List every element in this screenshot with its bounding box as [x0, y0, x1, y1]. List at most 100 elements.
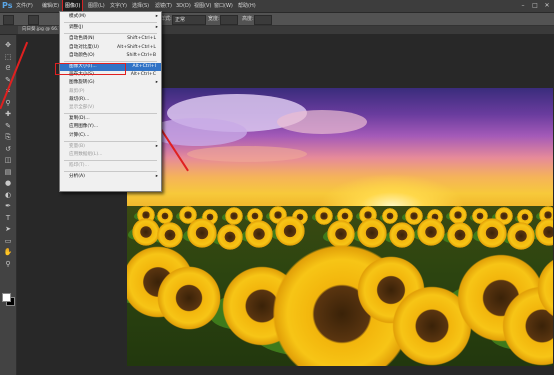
- window-controls: – □ ✕: [518, 1, 552, 11]
- menu-item-shortcut: Alt+Ctrl+I: [132, 64, 156, 69]
- menu-item-shortcut: Alt+Ctrl+C: [130, 72, 156, 78]
- gradient-tool-icon[interactable]: ▤: [3, 168, 13, 177]
- submenu-arrow-icon: ▸: [155, 14, 158, 19]
- image-menu-dropdown: 模式(M) ▸ 调整(J) ▸ 自动色调(N) Shift+Ctrl+L 自动对比度(U) A…: [59, 11, 162, 192]
- menu-1[interactable]: 编辑(E): [40, 0, 61, 12]
- hand-tool-icon[interactable]: ✋: [3, 248, 13, 257]
- menu-item-label: 应用图像(Y)...: [69, 124, 99, 130]
- close-icon[interactable]: ✕: [542, 1, 552, 11]
- menu-item-shortcut: Shift+Ctrl+L: [127, 36, 156, 42]
- marquee-tool-icon[interactable]: ⬚: [3, 53, 13, 62]
- sunflower: [187, 218, 217, 248]
- sunflower: [535, 218, 553, 246]
- image-menu-item[interactable]: 复制(D)...: [60, 115, 161, 123]
- shape-tool-icon[interactable]: ▭: [3, 237, 13, 246]
- menu-0[interactable]: 文件(F): [14, 0, 35, 12]
- image-menu-item[interactable]: 应用图像(Y)...: [60, 123, 161, 131]
- menu-separator: [64, 140, 157, 142]
- submenu-arrow-icon: ▸: [155, 80, 158, 86]
- sunflower-field: [127, 206, 553, 366]
- annotation-highlight-box: [55, 63, 126, 75]
- image-menu-item[interactable]: 自动色调(N) Shift+Ctrl+L: [60, 35, 161, 43]
- sunflower: [132, 218, 160, 246]
- image-menu-item[interactable]: 自动对比度(U) Alt+Shift+Ctrl+L: [60, 44, 161, 52]
- menu-item-shortcut: Alt+Shift+Ctrl+L: [117, 44, 156, 50]
- blur-tool-icon[interactable]: ●: [3, 179, 13, 188]
- menu-item-label: 自动对比度(U): [69, 44, 99, 50]
- sunflower: [417, 218, 445, 246]
- maximize-icon[interactable]: □: [530, 1, 540, 11]
- cloud: [277, 110, 367, 134]
- menu-separator: [64, 171, 157, 173]
- menu-item-shortcut: Shift+Ctrl+B: [126, 52, 156, 58]
- submenu-arrow-icon: ▸: [155, 25, 158, 31]
- width-input[interactable]: [220, 15, 238, 25]
- eyedropper-tool-icon[interactable]: ⚲: [3, 99, 13, 108]
- image-menu-item: 应用数据组(L)...: [60, 151, 161, 159]
- menu-item-label: 计算(C)...: [69, 132, 90, 138]
- minimize-icon[interactable]: –: [518, 1, 528, 11]
- submenu-arrow-icon: ▸: [155, 143, 158, 149]
- menu-separator: [64, 160, 157, 162]
- image-menu-item[interactable]: 图像旋转(G) ▸: [60, 79, 161, 87]
- menu-separator: [64, 33, 157, 35]
- menu-10[interactable]: 帮助(H): [236, 0, 258, 12]
- sunflower: [357, 218, 387, 248]
- menu-item-label: 复制(D)...: [69, 116, 90, 122]
- sunflower: [447, 222, 473, 248]
- new-selection-button[interactable]: [28, 15, 39, 25]
- menu-separator: [64, 113, 157, 115]
- menu-item-label: 分析(A): [69, 174, 85, 180]
- height-input[interactable]: [254, 15, 272, 25]
- menu-separator: [64, 22, 157, 24]
- sunflower: [507, 222, 535, 250]
- menu-8[interactable]: 视图(V): [192, 0, 213, 12]
- menu-item-label: 图像旋转(G): [69, 80, 95, 86]
- image-menu-item: 变量(B) ▸: [60, 143, 161, 151]
- zoom-tool-icon[interactable]: ⚲: [3, 260, 13, 269]
- image-menu-item[interactable]: 计算(C)...: [60, 132, 161, 140]
- sunflower: [315, 207, 333, 225]
- image-menu-item[interactable]: 模式(M) ▸: [60, 13, 161, 21]
- menu-item-label: 应用数据组(L)...: [69, 152, 103, 157]
- move-tool-icon[interactable]: ✥: [3, 41, 13, 50]
- pen-tool-icon[interactable]: ✒: [3, 202, 13, 211]
- lasso-tool-icon[interactable]: ᘓ: [3, 64, 13, 73]
- menu-item-label: 陷印(T)...: [69, 163, 89, 169]
- photoshop-logo: Ps: [2, 1, 13, 10]
- menu-item-label: 自动颜色(O): [69, 52, 95, 58]
- healing-brush-icon[interactable]: ✚: [3, 110, 13, 119]
- submenu-arrow-icon: ▸: [155, 174, 158, 180]
- menu-item-label: 变量(B): [69, 143, 85, 149]
- sunflower: [157, 222, 183, 248]
- sunflower: [225, 207, 243, 225]
- menu-9[interactable]: 窗口(W): [212, 0, 235, 12]
- image-menu-item[interactable]: 裁切(R)...: [60, 96, 161, 104]
- path-select-icon[interactable]: ➤: [3, 225, 13, 234]
- image-menu-item: 裁剪(P): [60, 88, 161, 96]
- eraser-tool-icon[interactable]: ◫: [3, 156, 13, 165]
- image-menu-item[interactable]: 调整(J) ▸: [60, 24, 161, 32]
- sunflower: [477, 218, 507, 248]
- menu-7[interactable]: 3D(D): [174, 0, 193, 12]
- type-tool-icon[interactable]: T: [3, 214, 13, 223]
- clone-stamp-icon[interactable]: ⎘: [3, 133, 13, 142]
- cloud: [187, 146, 307, 162]
- sunflower: [157, 266, 221, 330]
- menu-separator: [64, 61, 157, 62]
- image-menu-item[interactable]: 分析(A) ▸: [60, 173, 161, 181]
- sunflower: [245, 220, 273, 248]
- foreground-color-swatch[interactable]: [2, 293, 11, 302]
- sunflower: [217, 224, 243, 250]
- dodge-tool-icon[interactable]: ◐: [3, 191, 13, 200]
- history-brush-icon[interactable]: ↺: [3, 145, 13, 154]
- image-canvas[interactable]: [127, 88, 553, 366]
- brush-tool-icon[interactable]: ✎: [3, 122, 13, 131]
- width-label: 宽度:: [208, 16, 220, 22]
- image-menu-item[interactable]: 自动颜色(O) Shift+Ctrl+B: [60, 52, 161, 60]
- menu-item-label: 显示全部(V): [69, 105, 95, 110]
- style-select[interactable]: 正常: [172, 15, 206, 25]
- marquee-preset-button[interactable]: [3, 15, 14, 25]
- menu-item-label: 自动色调(N): [69, 36, 95, 42]
- sunflower: [382, 208, 398, 224]
